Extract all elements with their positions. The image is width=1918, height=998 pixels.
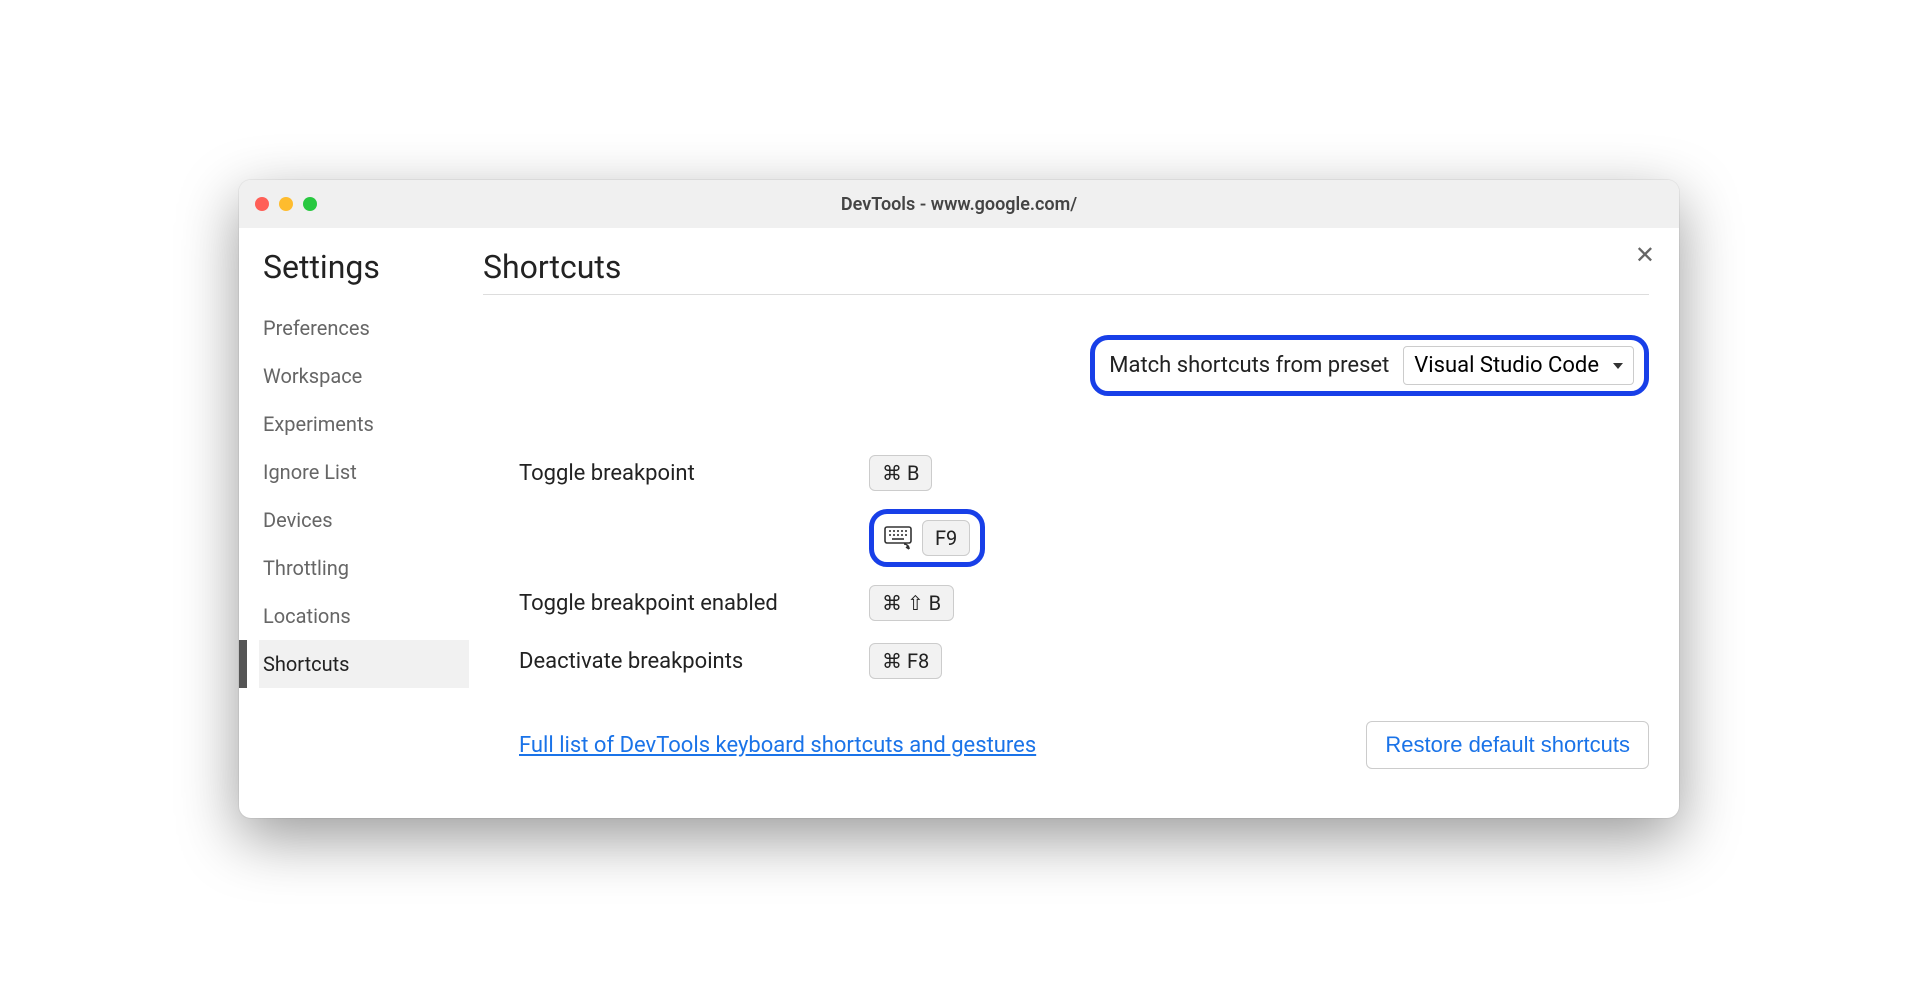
- sidebar-title: Settings: [259, 248, 469, 286]
- close-icon[interactable]: ✕: [1635, 244, 1655, 268]
- main-panel: Shortcuts Match shortcuts from preset Vi…: [469, 228, 1679, 818]
- window-maximize-button[interactable]: [303, 197, 317, 211]
- page-title: Shortcuts: [483, 248, 1649, 286]
- sidebar-item-ignore-list[interactable]: Ignore List: [259, 448, 469, 496]
- content-area: ✕ Settings Preferences Workspace Experim…: [239, 228, 1679, 818]
- sidebar-item-label: Locations: [263, 604, 351, 628]
- preset-row: Match shortcuts from preset Visual Studi…: [483, 335, 1649, 396]
- shortcut-keys-cell: ⌘ B: [869, 455, 932, 491]
- sidebar-item-shortcuts[interactable]: Shortcuts: [259, 640, 469, 688]
- restore-defaults-button[interactable]: Restore default shortcuts: [1366, 721, 1649, 769]
- window-titlebar: DevTools - www.google.com/: [239, 180, 1679, 228]
- devtools-settings-window: DevTools - www.google.com/ ✕ Settings Pr…: [239, 180, 1679, 818]
- keyboard-shortcut: F9: [922, 520, 970, 556]
- shortcut-label: Toggle breakpoint: [519, 461, 869, 486]
- sidebar-item-label: Shortcuts: [263, 652, 349, 676]
- window-close-button[interactable]: [255, 197, 269, 211]
- window-title: DevTools - www.google.com/: [841, 194, 1077, 215]
- divider: [483, 294, 1649, 295]
- shortcut-keys-cell: ⌘ F8: [869, 643, 942, 679]
- shortcut-keys-cell: ⌘ ⇧ B: [869, 585, 954, 621]
- sidebar-item-label: Preferences: [263, 316, 370, 340]
- footer-row: Full list of DevTools keyboard shortcuts…: [483, 721, 1649, 769]
- sidebar-item-workspace[interactable]: Workspace: [259, 352, 469, 400]
- sidebar-item-devices[interactable]: Devices: [259, 496, 469, 544]
- caret-down-icon: [1613, 363, 1623, 369]
- sidebar-item-label: Ignore List: [263, 460, 357, 484]
- sidebar-item-label: Experiments: [263, 412, 374, 436]
- sidebar-item-locations[interactable]: Locations: [259, 592, 469, 640]
- sidebar-item-label: Devices: [263, 508, 333, 532]
- shortcut-keys-cell: F9: [869, 509, 985, 567]
- shortcut-highlight: F9: [869, 509, 985, 567]
- shortcut-label: Deactivate breakpoints: [519, 649, 869, 674]
- keyboard-shortcut: ⌘ F8: [869, 643, 942, 679]
- settings-sidebar: Settings Preferences Workspace Experimen…: [239, 228, 469, 818]
- keyboard-icon: [884, 526, 912, 550]
- preset-highlight: Match shortcuts from preset Visual Studi…: [1090, 335, 1649, 396]
- sidebar-item-label: Throttling: [263, 556, 349, 580]
- shortcut-row-toggle-breakpoint-enabled: Toggle breakpoint enabled ⌘ ⇧ B: [519, 581, 1649, 625]
- traffic-lights: [255, 197, 317, 211]
- shortcut-row-f9: F9: [519, 509, 1649, 567]
- keyboard-shortcut: ⌘ ⇧ B: [869, 585, 954, 621]
- shortcut-row-deactivate-breakpoints: Deactivate breakpoints ⌘ F8: [519, 639, 1649, 683]
- shortcut-label: Toggle breakpoint enabled: [519, 591, 869, 616]
- full-shortcuts-link[interactable]: Full list of DevTools keyboard shortcuts…: [519, 733, 1036, 758]
- shortcut-list: Toggle breakpoint ⌘ B: [483, 451, 1649, 683]
- window-minimize-button[interactable]: [279, 197, 293, 211]
- sidebar-item-preferences[interactable]: Preferences: [259, 304, 469, 352]
- preset-selected-value: Visual Studio Code: [1414, 353, 1599, 378]
- sidebar-item-experiments[interactable]: Experiments: [259, 400, 469, 448]
- preset-label: Match shortcuts from preset: [1109, 353, 1389, 378]
- keyboard-shortcut: ⌘ B: [869, 455, 932, 491]
- sidebar-item-label: Workspace: [263, 364, 362, 388]
- sidebar-item-throttling[interactable]: Throttling: [259, 544, 469, 592]
- preset-select[interactable]: Visual Studio Code: [1403, 346, 1634, 385]
- shortcut-row-toggle-breakpoint: Toggle breakpoint ⌘ B: [519, 451, 1649, 495]
